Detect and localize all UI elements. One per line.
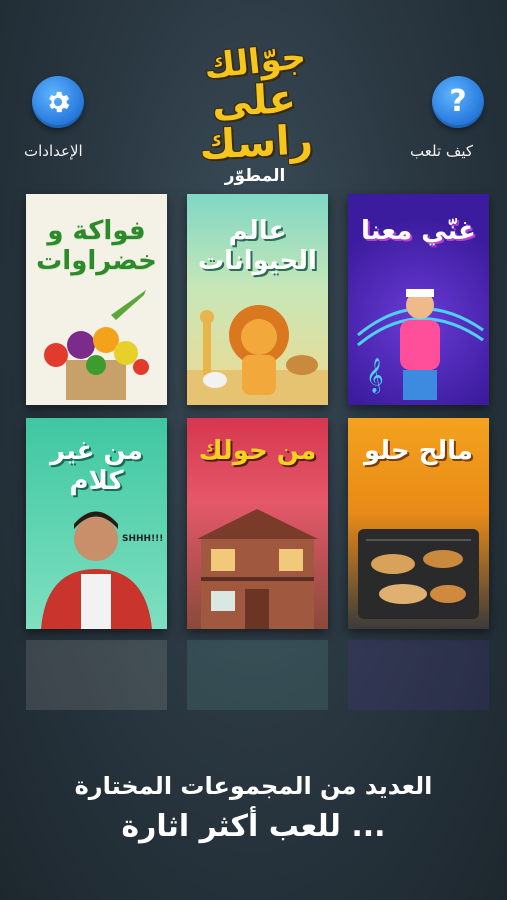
- category-card-fruits-vegetables[interactable]: فواكة و خضراوات: [26, 194, 167, 405]
- gear-icon: [49, 91, 70, 113]
- card-title: مالح حلو: [363, 436, 474, 466]
- question-mark-icon: ?: [449, 84, 467, 119]
- settings-label[interactable]: الإعدادات: [24, 142, 83, 160]
- category-card-animal-world[interactable]: عالم الحيوانات: [187, 194, 328, 405]
- logo-line2: على راسك: [198, 75, 314, 169]
- card-title: عالم الحيوانات: [198, 216, 317, 276]
- vegetables-illustration: [44, 290, 149, 400]
- header: الإعدادات جوّالك على راسك المطوّر ? كيف …: [0, 0, 507, 186]
- category-card-sing-with-us[interactable]: غنّي معنا 𝄞: [348, 194, 489, 405]
- settings-button[interactable]: [32, 76, 84, 128]
- tagline-line2: للعب أكثر اثارة ...: [121, 809, 386, 844]
- lion-illustration: [187, 305, 328, 405]
- quiet-person-illustration: SHHH!!!: [41, 511, 163, 629]
- grilled-food-illustration: [358, 529, 479, 619]
- svg-text:SHHH!!!: SHHH!!!: [122, 534, 163, 544]
- svg-text:𝄞: 𝄞: [366, 358, 384, 394]
- how-to-play-label[interactable]: كيف تلعب: [410, 142, 473, 160]
- category-card-salty-sweet[interactable]: مالح حلو: [348, 418, 489, 629]
- category-card-around-you[interactable]: من حولك: [187, 418, 328, 629]
- house-illustration: [197, 509, 318, 629]
- card-title: فواكة و خضراوات: [36, 216, 157, 276]
- how-to-play-button[interactable]: ?: [432, 76, 484, 128]
- tagline-line1: العديد من المجموعات المختارة: [74, 772, 433, 800]
- category-card-without-words[interactable]: من غير كلام SHHH!!!: [26, 418, 167, 629]
- card-title: غنّي معنا: [361, 216, 476, 246]
- singer-illustration: 𝄞: [357, 289, 484, 400]
- logo-subtitle: المطوّر: [224, 166, 286, 186]
- grid-reflection: [26, 640, 489, 710]
- card-title: من حولك: [198, 436, 317, 466]
- promo-tagline: العديد من المجموعات المختارة للعب أكثر ا…: [0, 768, 507, 850]
- app-logo: جوّالك على راسك المطوّر: [150, 37, 360, 186]
- card-title: من غير كلام: [49, 436, 144, 496]
